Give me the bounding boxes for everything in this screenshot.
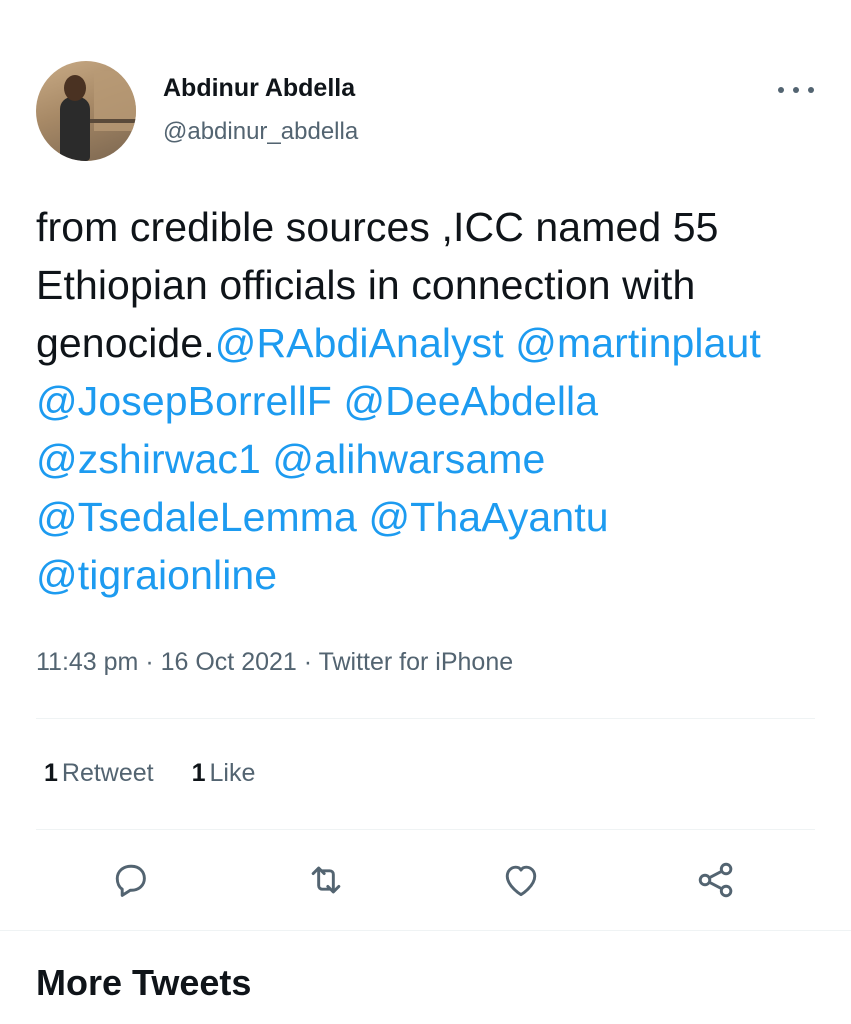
tweet-source[interactable]: Twitter for iPhone: [319, 648, 514, 676]
avatar[interactable]: [36, 61, 136, 161]
mention-link[interactable]: @martinplaut: [515, 320, 761, 366]
author-display-name[interactable]: Abdinur Abdella: [163, 74, 355, 103]
meta-separator: ·: [296, 648, 319, 676]
tweet-stats: 1 Retweet 1 Like: [44, 759, 255, 788]
share-button[interactable]: [694, 858, 738, 902]
mention-link[interactable]: @zshirwac1: [36, 436, 261, 482]
share-icon: [698, 862, 733, 898]
more-dot: [778, 87, 784, 93]
more-dot: [808, 87, 814, 93]
more-dot: [793, 87, 799, 93]
retweets-stat[interactable]: 1 Retweet: [44, 759, 154, 788]
mention-link[interactable]: @JosepBorrellF: [36, 378, 332, 424]
heart-icon: [505, 865, 537, 897]
more-tweets-heading: More Tweets: [36, 962, 252, 1003]
reply-button[interactable]: [109, 858, 153, 902]
avatar-person-body: [60, 97, 90, 161]
tweet-time[interactable]: 11:43 pm: [36, 648, 138, 676]
divider: [36, 829, 815, 830]
likes-label: Like: [209, 759, 256, 787]
tweet-text-segment: [261, 436, 273, 482]
tweet-text-segment: [504, 320, 516, 366]
retweets-label: Retweet: [61, 759, 154, 787]
divider: [36, 718, 815, 719]
mention-link[interactable]: @RAbdiAnalyst: [215, 320, 504, 366]
likes-stat[interactable]: 1 Like: [192, 759, 256, 788]
likes-count: 1: [191, 759, 206, 787]
tweet-metadata: 11:43 pm · 16 Oct 2021 · Twitter for iPh…: [36, 648, 513, 677]
more-options-icon[interactable]: [778, 80, 814, 100]
tweet-text: from credible sources ,ICC named 55 Ethi…: [36, 198, 826, 604]
tweet-date[interactable]: 16 Oct 2021: [161, 648, 297, 676]
mention-link[interactable]: @ThaAyantu: [368, 494, 608, 540]
tweet-actions-bar: [0, 852, 851, 908]
avatar-railing: [88, 119, 136, 123]
author-handle[interactable]: @abdinur_abdella: [163, 118, 358, 146]
tweet-text-segment: [332, 378, 344, 424]
like-button[interactable]: [499, 858, 543, 902]
retweet-icon: [311, 866, 341, 894]
mention-link[interactable]: @TsedaleLemma: [36, 494, 357, 540]
retweet-button[interactable]: [304, 858, 348, 902]
retweets-count: 1: [44, 759, 58, 787]
section-divider: [0, 930, 851, 931]
mention-link[interactable]: @alihwarsame: [272, 436, 545, 482]
mention-link[interactable]: @tigraionline: [36, 552, 277, 598]
tweet-text-segment: [357, 494, 369, 540]
meta-separator: ·: [138, 648, 161, 676]
reply-icon: [115, 864, 146, 897]
avatar-person-head: [64, 75, 86, 101]
mention-link[interactable]: @DeeAbdella: [343, 378, 598, 424]
